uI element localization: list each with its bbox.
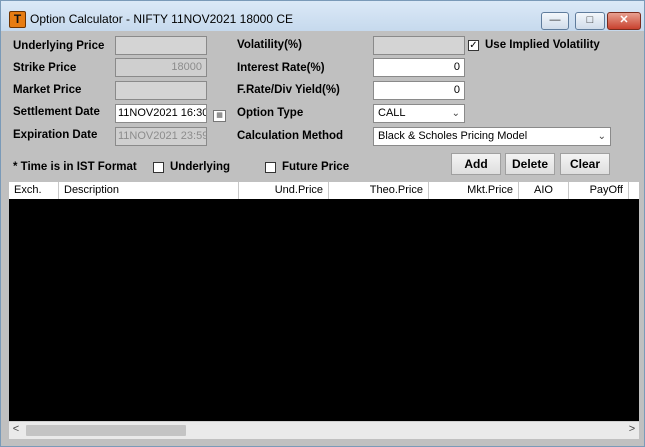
underlying-price-field[interactable] — [115, 36, 207, 55]
close-icon: ✕ — [619, 14, 629, 26]
underlying-price-label: Underlying Price — [13, 40, 105, 52]
grid-header: Exch. Description Und.Price Theo.Price M… — [9, 182, 639, 200]
column-header-mkt-price[interactable]: Mkt.Price — [429, 182, 519, 199]
underlying-checkbox[interactable] — [153, 162, 164, 173]
use-implied-volatility-checkbox[interactable]: ✓ — [468, 40, 479, 51]
interest-rate-label: Interest Rate(%) — [237, 62, 325, 74]
column-header-payoff[interactable]: PayOff — [569, 182, 629, 199]
option-type-label: Option Type — [237, 107, 304, 119]
use-implied-volatility-label: Use Implied Volatility — [485, 39, 600, 51]
column-header-und-price[interactable]: Und.Price — [239, 182, 329, 199]
calculation-method-value: Black & Scholes Pricing Model — [378, 130, 528, 142]
strike-price-field: 18000 — [115, 58, 207, 77]
underlying-checkbox-label: Underlying — [170, 161, 231, 173]
column-header-description[interactable]: Description — [59, 182, 239, 199]
market-price-field[interactable] — [115, 81, 207, 100]
horizontal-scrollbar[interactable]: < > — [9, 421, 639, 439]
settlement-date-field[interactable]: 11NOV2021 16:30 — [115, 104, 207, 123]
chevron-down-icon: ⌄ — [451, 108, 460, 119]
title-bar[interactable]: T Option Calculator - NIFTY 11NOV2021 18… — [1, 1, 644, 31]
expiration-date-label: Expiration Date — [13, 129, 98, 141]
option-calculator-window: T Option Calculator - NIFTY 11NOV2021 18… — [0, 0, 645, 447]
option-type-select[interactable]: CALL ⌄ — [373, 104, 465, 123]
calculation-method-label: Calculation Method — [237, 130, 344, 142]
maximize-button[interactable]: □ — [575, 12, 605, 30]
time-format-note: * Time is in IST Format — [13, 161, 137, 173]
close-button[interactable]: ✕ — [607, 12, 641, 30]
maximize-icon: □ — [586, 14, 594, 26]
minimize-icon: — — [549, 14, 561, 26]
option-type-value: CALL — [378, 107, 406, 119]
minimize-button[interactable]: — — [541, 12, 569, 30]
volatility-field[interactable] — [373, 36, 465, 55]
column-header-theo-price[interactable]: Theo.Price — [329, 182, 429, 199]
add-button[interactable]: Add — [451, 153, 501, 175]
f-rate-div-yield-label: F.Rate/Div Yield(%) — [237, 84, 340, 96]
calculation-method-select[interactable]: Black & Scholes Pricing Model ⌄ — [373, 127, 611, 146]
app-icon: T — [9, 11, 26, 28]
scroll-left-icon[interactable]: < — [9, 423, 23, 435]
future-price-checkbox-label: Future Price — [282, 161, 350, 173]
clear-button[interactable]: Clear — [560, 153, 610, 175]
results-grid[interactable] — [9, 199, 639, 421]
market-price-label: Market Price — [13, 84, 82, 96]
interest-rate-field[interactable]: 0 — [373, 58, 465, 77]
calendar-icon[interactable]: ▦ — [213, 110, 226, 122]
volatility-label: Volatility(%) — [237, 39, 302, 51]
delete-button[interactable]: Delete — [505, 153, 555, 175]
settlement-date-label: Settlement Date — [13, 106, 100, 118]
strike-price-label: Strike Price — [13, 62, 77, 74]
scrollbar-thumb[interactable] — [26, 425, 186, 436]
column-header-aio[interactable]: AIO — [519, 182, 569, 199]
future-price-checkbox[interactable] — [265, 162, 276, 173]
chevron-down-icon: ⌄ — [597, 131, 606, 142]
scroll-right-icon[interactable]: > — [625, 423, 639, 435]
column-header-exch[interactable]: Exch. — [9, 182, 59, 199]
window-title: Option Calculator - NIFTY 11NOV2021 1800… — [30, 12, 294, 26]
expiration-date-field: 11NOV2021 23:59 — [115, 127, 207, 146]
f-rate-div-yield-field[interactable]: 0 — [373, 81, 465, 100]
